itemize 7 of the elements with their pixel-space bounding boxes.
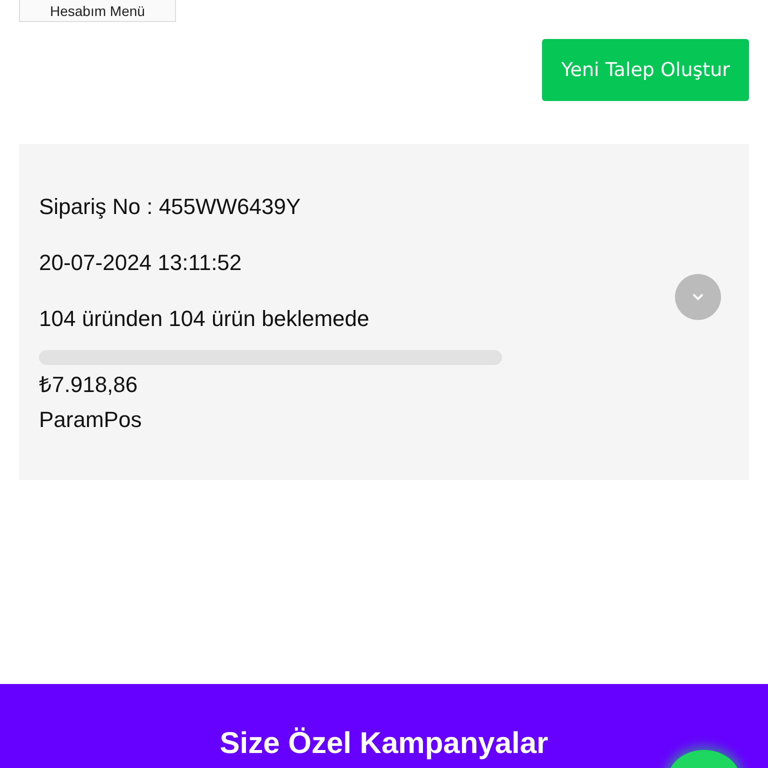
order-number: Sipariş No : 455WW6439Y <box>39 196 302 218</box>
order-date: 20-07-2024 13:11:52 <box>39 252 243 274</box>
account-menu-button[interactable]: Hesabım Menü <box>19 0 176 22</box>
order-status: 104 üründen 104 ürün beklemede <box>39 308 370 330</box>
order-amount: ₺7.918,86 <box>39 370 139 398</box>
payment-method: ParamPos <box>39 406 143 434</box>
banner-title: Size Özel Kampanyalar <box>220 726 548 762</box>
